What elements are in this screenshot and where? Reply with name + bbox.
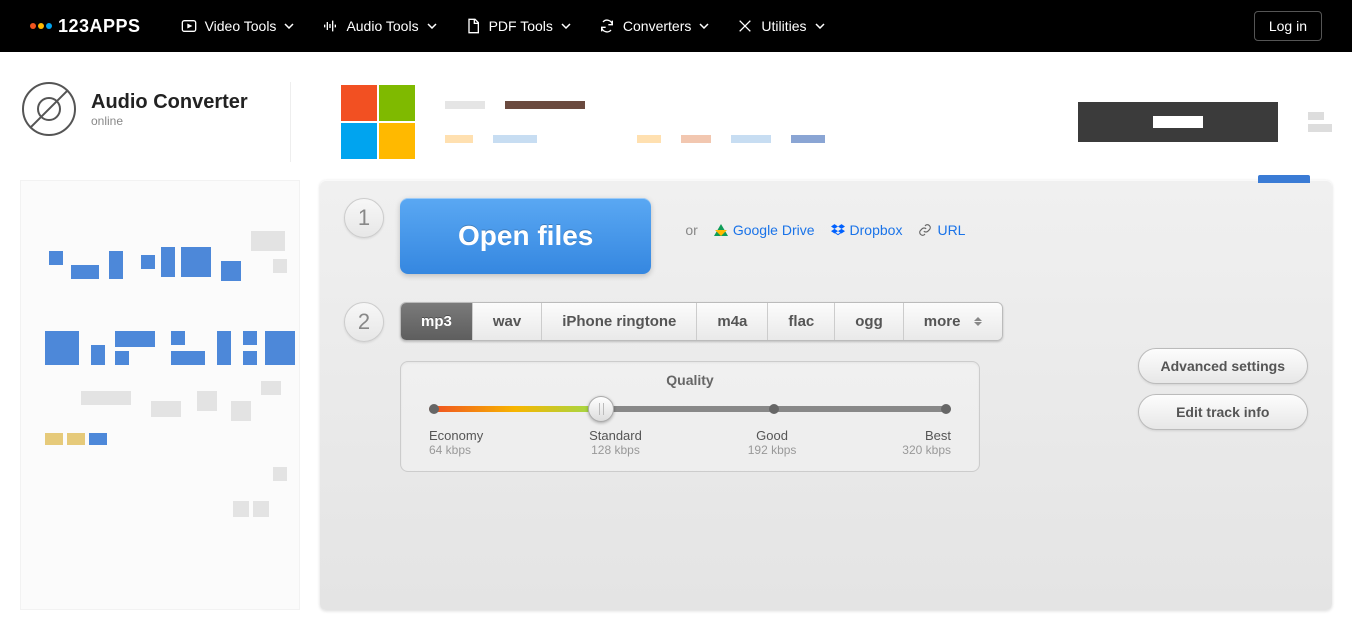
disc-icon: [22, 82, 76, 136]
format-tab-iphone[interactable]: iPhone ringtone: [542, 303, 697, 340]
play-icon: [181, 18, 197, 34]
step-number: 2: [344, 302, 384, 342]
open-files-button[interactable]: Open files: [400, 198, 651, 274]
login-button[interactable]: Log in: [1254, 11, 1322, 41]
nav-pdf-tools[interactable]: PDF Tools: [465, 18, 571, 34]
sort-icon: [974, 317, 982, 326]
step-1: 1 Open files or Google Drive Dropbox URL: [320, 180, 1332, 292]
chevron-down-icon: [699, 23, 709, 29]
sidebar-ad[interactable]: [20, 180, 300, 610]
panel-accent-tab: [1258, 175, 1310, 183]
top-navbar: 123APPS Video Tools Audio Tools PDF Tool…: [0, 0, 1352, 52]
format-tabs: mp3 wav iPhone ringtone m4a flac ogg mor…: [400, 302, 1003, 341]
url-link[interactable]: URL: [918, 222, 965, 238]
dropbox-link[interactable]: Dropbox: [831, 222, 903, 238]
refresh-icon: [599, 18, 615, 34]
slider-handle[interactable]: [588, 396, 614, 422]
brand-text: 123APPS: [58, 16, 141, 37]
app-title: Audio Converter: [91, 91, 248, 114]
format-tab-wav[interactable]: wav: [473, 303, 542, 340]
edit-track-info-button[interactable]: Edit track info: [1138, 394, 1308, 430]
format-tab-m4a[interactable]: m4a: [697, 303, 768, 340]
file-icon: [465, 18, 481, 34]
link-icon: [918, 223, 932, 237]
site-logo[interactable]: 123APPS: [30, 16, 141, 37]
quality-level-economy: Economy64 kbps: [429, 428, 483, 457]
quality-slider[interactable]: [429, 400, 951, 418]
dropbox-icon: [831, 223, 845, 237]
app-subtitle: online: [91, 114, 248, 128]
nav-utilities[interactable]: Utilities: [737, 18, 824, 34]
google-drive-link[interactable]: Google Drive: [714, 222, 815, 238]
tools-icon: [737, 18, 753, 34]
quality-level-best: Best320 kbps: [902, 428, 951, 457]
format-tab-mp3[interactable]: mp3: [401, 303, 473, 340]
format-tab-ogg[interactable]: ogg: [835, 303, 904, 340]
nav-video-tools[interactable]: Video Tools: [181, 18, 295, 34]
app-brand: Audio Converter online: [20, 82, 290, 136]
chevron-down-icon: [815, 23, 825, 29]
format-tab-flac[interactable]: flac: [768, 303, 835, 340]
nav-audio-tools[interactable]: Audio Tools: [322, 18, 436, 34]
or-label: or: [685, 222, 697, 238]
quality-level-good: Good192 kbps: [748, 428, 797, 457]
advanced-settings-button[interactable]: Advanced settings: [1138, 348, 1308, 384]
chevron-down-icon: [284, 23, 294, 29]
quality-title: Quality: [429, 372, 951, 388]
converter-panel: 1 Open files or Google Drive Dropbox URL: [320, 180, 1332, 610]
ad-cta-button[interactable]: [1078, 102, 1278, 142]
ad-banner[interactable]: [290, 82, 1332, 162]
chevron-down-icon: [427, 23, 437, 29]
quality-level-standard: Standard128 kbps: [589, 428, 642, 457]
quality-box: Quality Economy64 kbps Stand: [400, 361, 980, 472]
format-tab-more[interactable]: more: [904, 303, 1003, 340]
step-2: 2 mp3 wav iPhone ringtone m4a flac ogg m…: [320, 292, 1332, 490]
google-drive-icon: [714, 224, 728, 236]
microsoft-icon: [341, 85, 415, 159]
step-number: 1: [344, 198, 384, 238]
chevron-down-icon: [561, 23, 571, 29]
nav-converters[interactable]: Converters: [599, 18, 709, 34]
audio-bars-icon: [322, 18, 338, 34]
